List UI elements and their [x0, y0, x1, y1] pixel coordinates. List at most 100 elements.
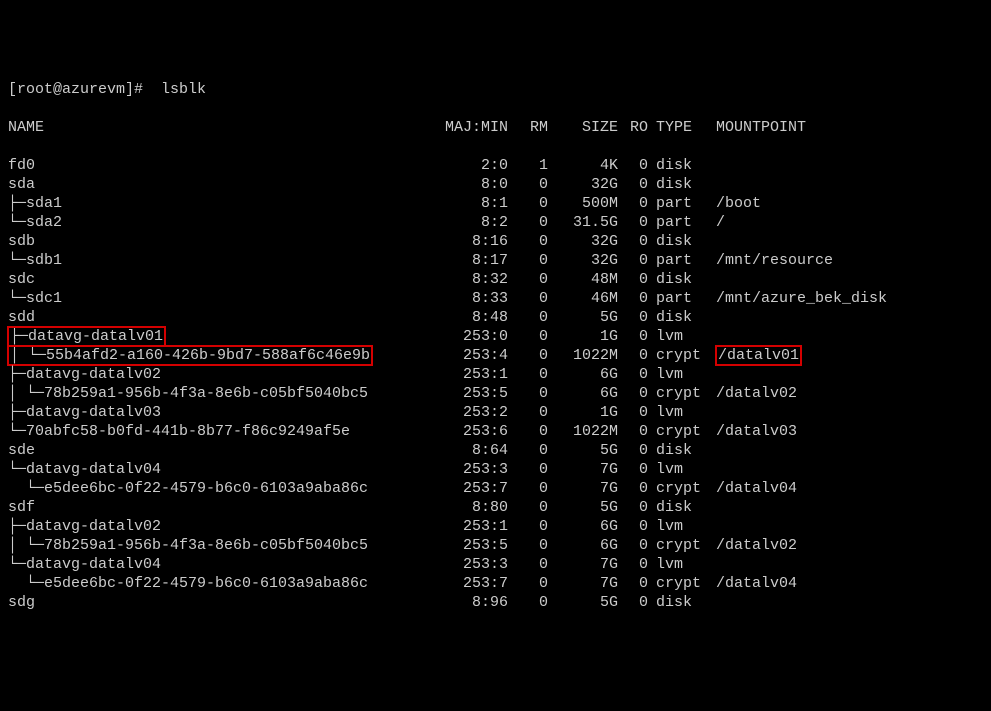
cell-ro: 0	[618, 441, 648, 460]
cell-rm: 0	[508, 460, 548, 479]
cell-type: disk	[648, 593, 708, 612]
cell-rm: 0	[508, 441, 548, 460]
cell-majmin: 253:1	[438, 517, 508, 536]
cell-size: 46M	[548, 289, 618, 308]
cell-majmin: 253:0	[438, 327, 508, 346]
cell-size: 7G	[548, 479, 618, 498]
cell-ro: 0	[618, 156, 648, 175]
cell-majmin: 253:4	[438, 346, 508, 365]
table-row: sdg8:9605G0disk	[8, 593, 983, 612]
cell-name: │ └─55b4afd2-a160-426b-9bd7-588af6c46e9b	[8, 346, 438, 365]
cell-rm: 0	[508, 175, 548, 194]
cell-size: 1G	[548, 327, 618, 346]
table-row: └─datavg-datalv04253:307G0lvm	[8, 555, 983, 574]
cell-ro: 0	[618, 403, 648, 422]
cell-size: 5G	[548, 308, 618, 327]
cell-ro: 0	[618, 422, 648, 441]
cell-name: └─e5dee6bc-0f22-4579-b6c0-6103a9aba86c	[8, 574, 438, 593]
cell-name: └─sda2	[8, 213, 438, 232]
cell-type: part	[648, 213, 708, 232]
cell-size: 48M	[548, 270, 618, 289]
cell-ro: 0	[618, 460, 648, 479]
cell-mount	[708, 270, 983, 289]
cell-rm: 0	[508, 574, 548, 593]
cell-size: 6G	[548, 365, 618, 384]
cell-name: └─70abfc58-b0fd-441b-8b77-f86c9249af5e	[8, 422, 438, 441]
cell-ro: 0	[618, 308, 648, 327]
cell-name: └─datavg-datalv04	[8, 460, 438, 479]
cell-name: │ └─78b259a1-956b-4f3a-8e6b-c05bf5040bc5	[8, 536, 438, 555]
cell-type: crypt	[648, 346, 708, 365]
cell-mount	[708, 555, 983, 574]
cell-mount: /datalv04	[708, 574, 983, 593]
cell-ro: 0	[618, 194, 648, 213]
cell-ro: 0	[618, 251, 648, 270]
cell-size: 6G	[548, 384, 618, 403]
cell-ro: 0	[618, 365, 648, 384]
cell-type: lvm	[648, 460, 708, 479]
cell-type: disk	[648, 498, 708, 517]
cell-rm: 0	[508, 555, 548, 574]
cell-rm: 1	[508, 156, 548, 175]
cell-ro: 0	[618, 498, 648, 517]
cell-rm: 0	[508, 308, 548, 327]
cell-size: 1022M	[548, 346, 618, 365]
cell-size: 6G	[548, 536, 618, 555]
cell-ro: 0	[618, 327, 648, 346]
cell-mount: /datalv04	[708, 479, 983, 498]
cell-size: 31.5G	[548, 213, 618, 232]
cell-majmin: 8:1	[438, 194, 508, 213]
cell-ro: 0	[618, 517, 648, 536]
cell-majmin: 8:16	[438, 232, 508, 251]
cell-mount: /mnt/azure_bek_disk	[708, 289, 983, 308]
lsblk-output: fd02:014K0disksda8:0032G0disk├─sda18:105…	[8, 156, 983, 612]
cell-mount: /datalv02	[708, 384, 983, 403]
table-row: sde8:6405G0disk	[8, 441, 983, 460]
cell-mount	[708, 232, 983, 251]
cell-majmin: 253:5	[438, 384, 508, 403]
cell-rm: 0	[508, 384, 548, 403]
table-row: sdc8:32048M0disk	[8, 270, 983, 289]
col-type: TYPE	[648, 118, 708, 137]
cell-rm: 0	[508, 327, 548, 346]
col-ro: RO	[618, 118, 648, 137]
cell-type: part	[648, 194, 708, 213]
cell-majmin: 8:80	[438, 498, 508, 517]
cell-mount	[708, 175, 983, 194]
cell-rm: 0	[508, 289, 548, 308]
cell-size: 6G	[548, 517, 618, 536]
cell-mount: /datalv02	[708, 536, 983, 555]
cell-type: lvm	[648, 365, 708, 384]
cell-rm: 0	[508, 403, 548, 422]
cell-type: disk	[648, 270, 708, 289]
cell-majmin: 8:48	[438, 308, 508, 327]
table-row: └─e5dee6bc-0f22-4579-b6c0-6103a9aba86c25…	[8, 574, 983, 593]
cell-mount: /mnt/resource	[708, 251, 983, 270]
cell-name: sdd	[8, 308, 438, 327]
cell-rm: 0	[508, 251, 548, 270]
cell-name: ├─datavg-datalv03	[8, 403, 438, 422]
col-rm: RM	[508, 118, 548, 137]
cell-ro: 0	[618, 574, 648, 593]
cell-mount: /datalv01	[708, 346, 983, 365]
cell-mount	[708, 327, 983, 346]
cell-ro: 0	[618, 270, 648, 289]
cell-mount: /datalv03	[708, 422, 983, 441]
cell-size: 5G	[548, 593, 618, 612]
table-row: └─sdb18:17032G0part/mnt/resource	[8, 251, 983, 270]
cell-rm: 0	[508, 270, 548, 289]
table-row: ├─datavg-datalv02253:106G0lvm	[8, 517, 983, 536]
cell-type: crypt	[648, 422, 708, 441]
cell-majmin: 253:2	[438, 403, 508, 422]
cell-majmin: 253:7	[438, 574, 508, 593]
cell-name: │ └─78b259a1-956b-4f3a-8e6b-c05bf5040bc5	[8, 384, 438, 403]
cell-type: part	[648, 289, 708, 308]
cell-majmin: 253:6	[438, 422, 508, 441]
cell-rm: 0	[508, 517, 548, 536]
cell-type: disk	[648, 308, 708, 327]
col-majmin: MAJ:MIN	[438, 118, 508, 137]
cell-rm: 0	[508, 213, 548, 232]
cell-mount: /	[708, 213, 983, 232]
cell-type: disk	[648, 232, 708, 251]
cell-name: sda	[8, 175, 438, 194]
